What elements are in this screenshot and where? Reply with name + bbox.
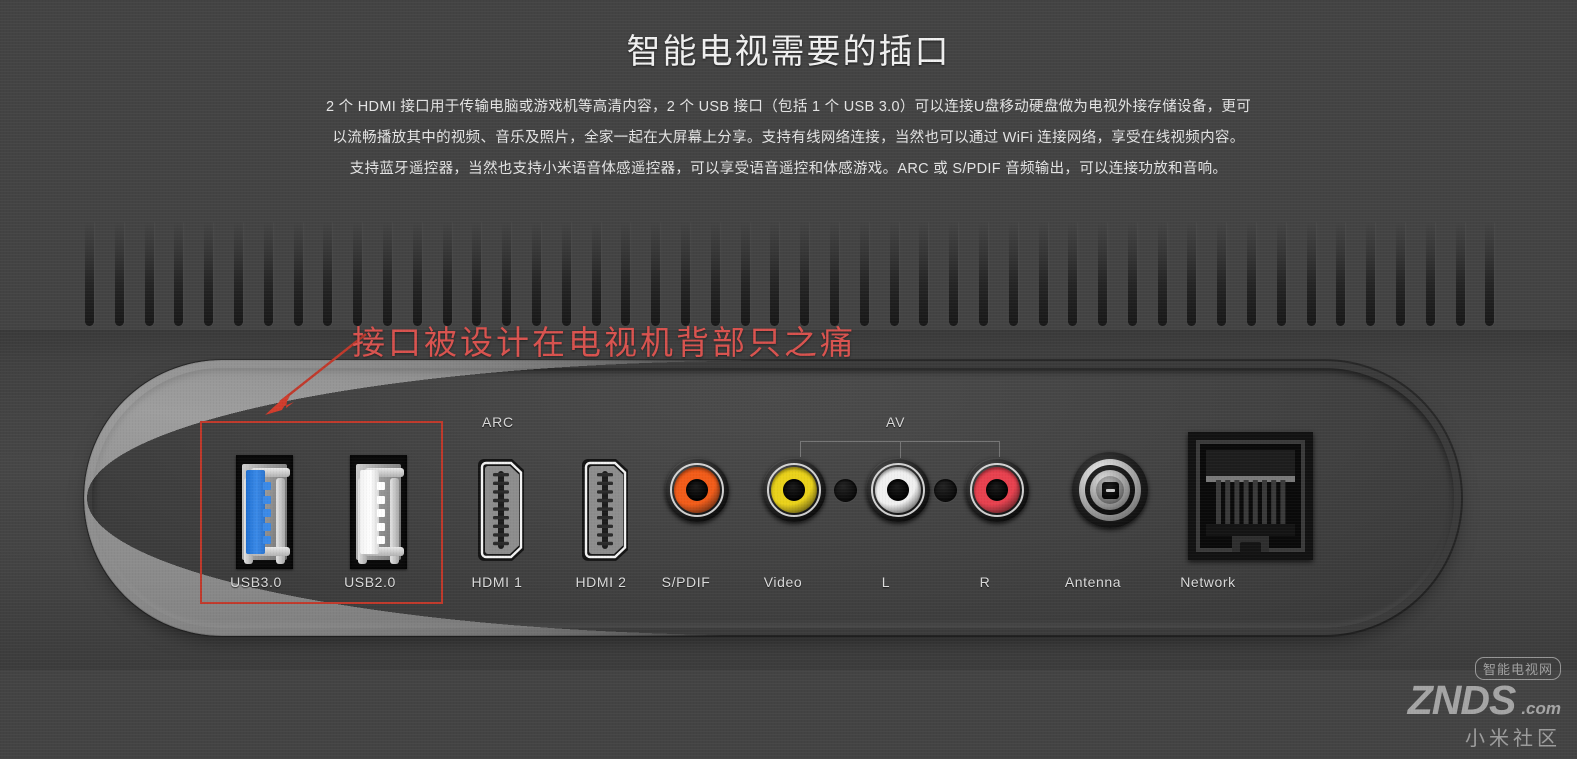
port-hdmi1 xyxy=(476,451,532,569)
rca-hole xyxy=(783,479,805,501)
screenshot-root: 智能电视需要的插口 2 个 HDMI 接口用于传输电脑或游戏机等高清内容，2 个… xyxy=(0,0,1577,759)
port-cluster: USB3.0 USB2.0 HDMI 1 HDMI 2 S/PDIF Video L R Ant… xyxy=(0,0,1577,759)
port-label-usb3: USB3.0 xyxy=(230,574,282,590)
port-network xyxy=(1188,432,1313,560)
caption-av: AV xyxy=(886,414,906,430)
port-video xyxy=(762,458,826,522)
rca-color-ring xyxy=(974,467,1020,513)
rca-hole xyxy=(887,479,909,501)
rca-color-ring xyxy=(875,467,921,513)
port-spdif xyxy=(665,458,729,522)
port-audio-r xyxy=(965,458,1029,522)
rca-color-ring xyxy=(771,467,817,513)
port-label-video: Video xyxy=(763,574,803,590)
port-label-hdmi1: HDMI 1 xyxy=(471,574,523,590)
port-hdmi2 xyxy=(580,451,636,569)
port-label-antenna: Antenna xyxy=(1064,574,1122,590)
caption-arc: ARC xyxy=(482,414,514,430)
port-usb3 xyxy=(236,455,293,569)
port-audio-l xyxy=(866,458,930,522)
annotation-text: 接口被设计在电视机背部只之痛 xyxy=(352,324,856,361)
port-label-audio-r: R xyxy=(979,574,991,590)
dot-left-hole xyxy=(834,479,857,502)
port-antenna xyxy=(1072,452,1148,528)
port-label-usb2: USB2.0 xyxy=(344,574,396,590)
port-label-network: Network xyxy=(1180,574,1236,590)
dot-right-hole xyxy=(934,479,957,502)
rca-hole xyxy=(986,479,1008,501)
port-usb2 xyxy=(350,455,407,569)
rca-color-ring xyxy=(674,467,720,513)
av-group-bracket xyxy=(800,441,1000,458)
rca-hole xyxy=(686,479,708,501)
